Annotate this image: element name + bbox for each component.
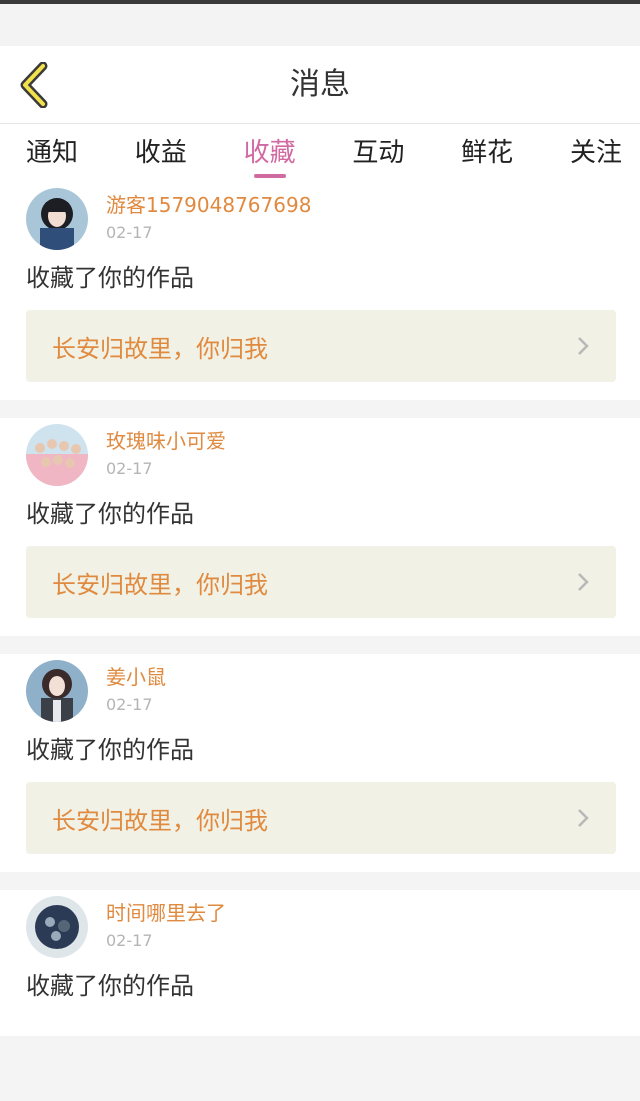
tab-label: 收藏 bbox=[243, 138, 296, 168]
timestamp: 02-17 bbox=[106, 931, 153, 950]
avatar[interactable] bbox=[26, 188, 88, 250]
timestamp: 02-17 bbox=[106, 459, 153, 478]
work-link[interactable]: 长安归故里，你归我 bbox=[26, 310, 616, 382]
chevron-right-icon bbox=[578, 573, 589, 591]
page-title: 消息 bbox=[290, 67, 350, 102]
timestamp: 02-17 bbox=[106, 695, 153, 714]
tab-label: 通知 bbox=[25, 138, 78, 168]
tab-label: 互动 bbox=[352, 138, 405, 168]
back-chevron-icon bbox=[20, 62, 48, 108]
avatar[interactable] bbox=[26, 896, 88, 958]
tab-bar: 通知 收益 收藏 互动 鲜花 关注 bbox=[0, 124, 640, 182]
tab-label: 收益 bbox=[134, 138, 187, 168]
card-header: 玫瑰味小可爱 02-17 bbox=[26, 418, 616, 492]
list-item: 时间哪里去了 02-17 收藏了你的作品 bbox=[0, 890, 640, 1036]
timestamp: 02-17 bbox=[106, 223, 153, 242]
card-header: 姜小鼠 02-17 bbox=[26, 654, 616, 728]
action-text: 收藏了你的作品 bbox=[26, 972, 194, 1000]
avatar[interactable] bbox=[26, 660, 88, 722]
action-text: 收藏了你的作品 bbox=[26, 736, 194, 764]
avatar[interactable] bbox=[26, 424, 88, 486]
chevron-right-icon bbox=[578, 337, 589, 355]
username[interactable]: 玫瑰味小可爱 bbox=[106, 428, 226, 454]
avatar-image bbox=[26, 424, 88, 486]
notification-list: 游客1579048767698 02-17 收藏了你的作品 长安归故里，你归我 bbox=[0, 182, 640, 1036]
work-link[interactable]: 长安归故里，你归我 bbox=[26, 546, 616, 618]
chevron-right-icon bbox=[578, 809, 589, 827]
status-bar bbox=[0, 0, 640, 46]
tab-income[interactable]: 收益 bbox=[133, 124, 189, 182]
work-title: 长安归故里，你归我 bbox=[52, 570, 268, 599]
tab-label: 鲜花 bbox=[461, 138, 514, 168]
tab-flowers[interactable]: 鲜花 bbox=[459, 124, 515, 182]
work-title: 长安归故里，你归我 bbox=[52, 806, 268, 835]
action-text: 收藏了你的作品 bbox=[26, 500, 194, 528]
avatar-image bbox=[26, 188, 88, 250]
header: 消息 bbox=[0, 46, 640, 124]
back-button[interactable] bbox=[14, 62, 54, 108]
username[interactable]: 时间哪里去了 bbox=[106, 900, 226, 926]
work-title: 长安归故里，你归我 bbox=[52, 334, 268, 363]
avatar-image bbox=[26, 896, 88, 958]
list-item: 游客1579048767698 02-17 收藏了你的作品 长安归故里，你归我 bbox=[0, 182, 640, 400]
active-tab-indicator bbox=[253, 174, 286, 178]
list-item: 玫瑰味小可爱 02-17 收藏了你的作品 长安归故里，你归我 bbox=[0, 418, 640, 636]
avatar-image bbox=[26, 660, 88, 722]
tab-interaction[interactable]: 互动 bbox=[350, 124, 406, 182]
card-header: 游客1579048767698 02-17 bbox=[26, 182, 616, 256]
username[interactable]: 姜小鼠 bbox=[106, 664, 166, 690]
list-item: 姜小鼠 02-17 收藏了你的作品 长安归故里，你归我 bbox=[0, 654, 640, 872]
tab-favorites[interactable]: 收藏 bbox=[242, 124, 298, 182]
card-header: 时间哪里去了 02-17 bbox=[26, 890, 616, 964]
tab-follow[interactable]: 关注 bbox=[568, 124, 624, 182]
tab-label: 关注 bbox=[569, 138, 622, 168]
tab-notice[interactable]: 通知 bbox=[24, 124, 80, 182]
work-link[interactable]: 长安归故里，你归我 bbox=[26, 782, 616, 854]
username[interactable]: 游客1579048767698 bbox=[106, 192, 311, 218]
action-text: 收藏了你的作品 bbox=[26, 264, 194, 292]
